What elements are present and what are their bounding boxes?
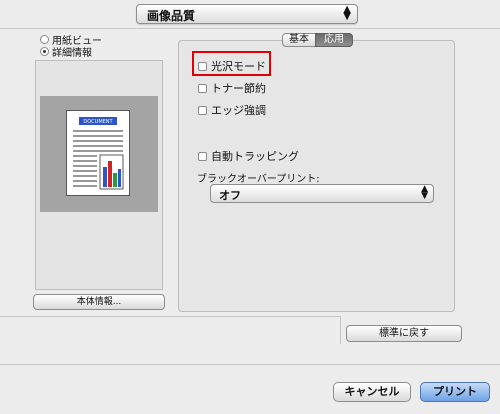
edge-enhance-label: エッジ強調	[211, 104, 266, 117]
toner-save-checkbox[interactable]: トナー節約	[198, 80, 266, 96]
updown-arrows-icon: ▲ ▼	[343, 4, 351, 22]
auto-trapping-label: 自動トラッピング	[211, 150, 299, 163]
updown-arrows-icon: ▲ ▼	[421, 184, 428, 201]
print-button[interactable]: プリント	[420, 382, 490, 402]
doc-chart-bar	[103, 167, 107, 187]
doc-chart-bar	[108, 161, 112, 187]
radio-detail-info-label: 詳細情報	[52, 48, 92, 59]
black-overprint-value: オフ	[219, 189, 241, 202]
vertical-divider	[340, 316, 341, 344]
print-settings-popup[interactable]: 画像品質 ▲ ▼	[136, 4, 358, 24]
checkbox-icon	[198, 105, 207, 115]
black-overprint-popup[interactable]: オフ ▲ ▼	[210, 184, 434, 203]
document-illustration: DOCUMENT	[73, 117, 124, 190]
cancel-button[interactable]: キャンセル	[333, 382, 411, 402]
radio-detail-info[interactable]: 詳細情報	[40, 44, 92, 59]
checkbox-icon	[198, 83, 207, 93]
popup-selected-label: 画像品質	[147, 9, 196, 23]
doc-chart-bar	[113, 173, 117, 187]
toner-save-label: トナー節約	[211, 82, 266, 95]
bottom-divider	[0, 364, 500, 365]
radio-circle-icon	[40, 35, 49, 44]
reset-defaults-button[interactable]: 標準に戻す	[346, 325, 462, 342]
doc-title-text: DOCUMENT	[83, 119, 113, 125]
radio-selected-icon	[40, 47, 49, 56]
checkbox-icon	[198, 151, 207, 161]
top-divider	[0, 28, 500, 29]
gloss-mode-checkbox[interactable]: 光沢モード	[198, 58, 266, 74]
doc-chart-bar	[118, 169, 121, 187]
tab-basic[interactable]: 基本	[282, 33, 316, 47]
mid-divider	[0, 316, 340, 317]
tab-apply[interactable]: 応用	[315, 33, 353, 47]
document-thumbnail: DOCUMENT	[66, 110, 130, 196]
device-info-button[interactable]: 本体情報...	[33, 294, 165, 310]
gloss-mode-label: 光沢モード	[211, 60, 266, 73]
auto-trapping-checkbox[interactable]: 自動トラッピング	[198, 148, 299, 164]
edge-enhance-checkbox[interactable]: エッジ強調	[198, 102, 266, 118]
black-overprint-label: ブラックオーバープリント:	[197, 174, 320, 185]
checkbox-icon	[198, 61, 207, 71]
